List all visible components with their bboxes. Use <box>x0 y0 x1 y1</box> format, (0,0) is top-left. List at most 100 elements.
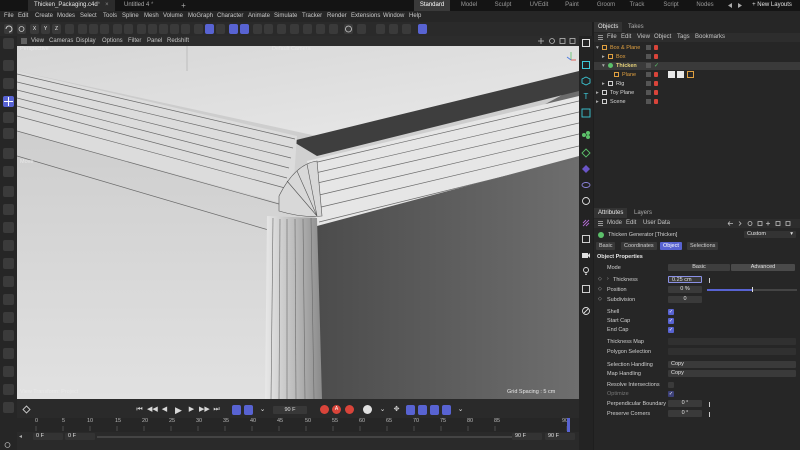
map-handling-dropdown[interactable]: Copy <box>668 370 796 377</box>
autokey-button[interactable]: A <box>332 405 341 414</box>
menu-edit[interactable]: Edit <box>18 11 28 22</box>
attributes-menu-mode[interactable]: Mode <box>607 219 622 228</box>
playhead[interactable] <box>567 418 570 432</box>
tab-objects[interactable]: Objects <box>594 22 623 32</box>
layout-tab-uvedit[interactable]: UVEdit <box>524 0 554 11</box>
attributes-menu-edit[interactable]: Edit <box>626 219 636 228</box>
cloner-object-icon[interactable] <box>581 108 591 118</box>
keyframe-diamond-icon[interactable]: ◇ <box>598 296 602 302</box>
render-dot-icon[interactable] <box>654 90 658 95</box>
add-tab-icon[interactable]: + <box>180 2 187 10</box>
object-row-plane[interactable]: Plane <box>594 71 800 79</box>
measure-tool-icon[interactable] <box>3 402 14 413</box>
sculpt-tool-icon[interactable] <box>3 384 14 395</box>
extrude-icon[interactable] <box>316 24 325 34</box>
keyframe-diamond-icon[interactable]: ◇ <box>598 286 602 292</box>
layout-tab-sculpt[interactable]: Sculpt <box>488 0 518 11</box>
document-tab-untitled[interactable]: Untitled 4 * <box>118 0 159 11</box>
viewport-nav-icons[interactable] <box>537 37 577 45</box>
layout-tab-groom[interactable]: Groom <box>592 0 620 11</box>
selection-filter-icon[interactable] <box>3 60 14 71</box>
position-slider-track[interactable] <box>707 287 797 292</box>
shell-checkbox[interactable]: ✓ <box>668 309 674 315</box>
menu-help[interactable]: Help <box>409 11 421 22</box>
end-cap-checkbox[interactable]: ✓ <box>668 327 674 333</box>
mesh-mode-icon[interactable] <box>148 24 157 34</box>
preserve-slider-handle[interactable] <box>709 412 710 417</box>
bevel-tool-icon[interactable] <box>3 222 14 233</box>
keyframe-settings-icon[interactable]: ⌄ <box>378 405 387 415</box>
render-dot-icon[interactable] <box>654 72 658 77</box>
viewport-menu-filter[interactable]: Filter <box>128 36 141 46</box>
optimize-checkbox[interactable]: ✓ <box>668 391 674 397</box>
layout-tab-standard[interactable]: Standard <box>414 0 450 11</box>
render-dot-icon[interactable] <box>654 54 658 59</box>
collapse-arrow-icon[interactable]: ▾ <box>602 62 605 70</box>
key-pla-toggle[interactable] <box>442 405 451 415</box>
live-select-icon[interactable] <box>3 78 14 89</box>
close-tab-icon[interactable]: × <box>105 2 109 8</box>
render-dot-icon[interactable] <box>654 81 658 86</box>
enabled-check-icon[interactable]: ✓ <box>654 62 659 70</box>
protection-tag-icon[interactable] <box>677 71 684 78</box>
layout-tab-script[interactable]: Script <box>658 0 684 11</box>
paint-tool-icon[interactable] <box>3 366 14 377</box>
magnet-tool-icon[interactable] <box>3 294 14 305</box>
objects-menu-icon[interactable] <box>597 34 604 41</box>
menu-tracker[interactable]: Tracker <box>302 11 322 22</box>
render-dot-icon[interactable] <box>654 99 658 104</box>
attributes-menu-user-data[interactable]: User Data <box>643 219 670 228</box>
position-input[interactable]: 0 % <box>668 286 702 293</box>
start-cap-checkbox[interactable]: ✓ <box>668 318 674 324</box>
objects-menu-bookmarks[interactable]: Bookmarks <box>695 33 725 42</box>
tab-takes[interactable]: Takes <box>624 22 648 32</box>
menu-mograph[interactable]: MoGraph <box>188 11 213 22</box>
position-slider-handle[interactable] <box>752 287 753 292</box>
selection-handling-dropdown[interactable]: Copy <box>668 361 796 368</box>
key-scale-toggle[interactable] <box>418 405 427 415</box>
custom-dropdown[interactable]: Custom ▾ <box>744 231 796 238</box>
menu-character[interactable]: Character <box>217 11 243 22</box>
points-mode-icon[interactable] <box>159 24 168 34</box>
current-frame-field[interactable]: 90 F <box>273 406 307 414</box>
key-parameter-toggle[interactable] <box>430 405 439 415</box>
axis-z-toggle[interactable]: Z <box>52 24 61 34</box>
mode-basic-button[interactable]: Basic <box>668 264 730 271</box>
coordinate-system-icon[interactable] <box>65 24 74 34</box>
objects-menu-view[interactable]: View <box>637 33 650 42</box>
viewport-menu-view[interactable]: View <box>31 36 44 46</box>
light-object-icon[interactable] <box>581 266 591 276</box>
start-frame-field[interactable]: 0 F <box>33 433 63 440</box>
next-frame-button[interactable]: ▶ <box>187 405 196 415</box>
viewport-menu-icon[interactable] <box>20 37 28 45</box>
deformer-object-icon[interactable] <box>581 164 591 174</box>
keyframe-diamond-icon[interactable]: ◇ <box>598 276 602 282</box>
go-to-end-button[interactable]: ⏭ <box>212 405 221 415</box>
floor-icon[interactable] <box>376 24 385 34</box>
preview-end-field[interactable]: 90 F <box>512 433 542 440</box>
cube-primitive-icon[interactable] <box>277 24 286 34</box>
objects-menu-edit[interactable]: Edit <box>621 33 631 42</box>
scene-icon[interactable] <box>581 234 591 244</box>
viewport-menu-options[interactable]: Options <box>102 36 123 46</box>
render-view-icon[interactable] <box>78 24 87 34</box>
object-row-box-and-plane[interactable]: ▾ Box & Plane <box>594 44 800 52</box>
key-rotation-toggle[interactable] <box>406 405 415 415</box>
range-start-arrow-icon[interactable]: ◂ <box>19 433 22 440</box>
thickness-slider-handle[interactable] <box>709 278 710 283</box>
layout-tab-nodes[interactable]: Nodes <box>692 0 718 11</box>
menu-select[interactable]: Select <box>80 11 97 22</box>
collapse-arrow-icon[interactable]: ▸ <box>596 89 599 97</box>
menu-volume[interactable]: Volume <box>163 11 183 22</box>
loop-toggle[interactable] <box>232 405 241 415</box>
deformer-icon[interactable] <box>357 24 366 34</box>
timeline-ruler[interactable]: 0 5 10 15 20 25 30 35 40 45 50 55 60 65 … <box>17 418 579 432</box>
object-row-toy-plane[interactable]: ▸ Toy Plane <box>594 89 800 97</box>
visibility-icon[interactable] <box>646 99 651 104</box>
camera-icon[interactable] <box>389 24 398 34</box>
menu-window[interactable]: Window <box>383 11 404 22</box>
preview-range-toggle[interactable] <box>244 405 253 415</box>
attributes-nav-icons[interactable] <box>726 220 798 227</box>
menu-animate[interactable]: Animate <box>248 11 270 22</box>
polygon-pen-icon[interactable] <box>3 312 14 323</box>
